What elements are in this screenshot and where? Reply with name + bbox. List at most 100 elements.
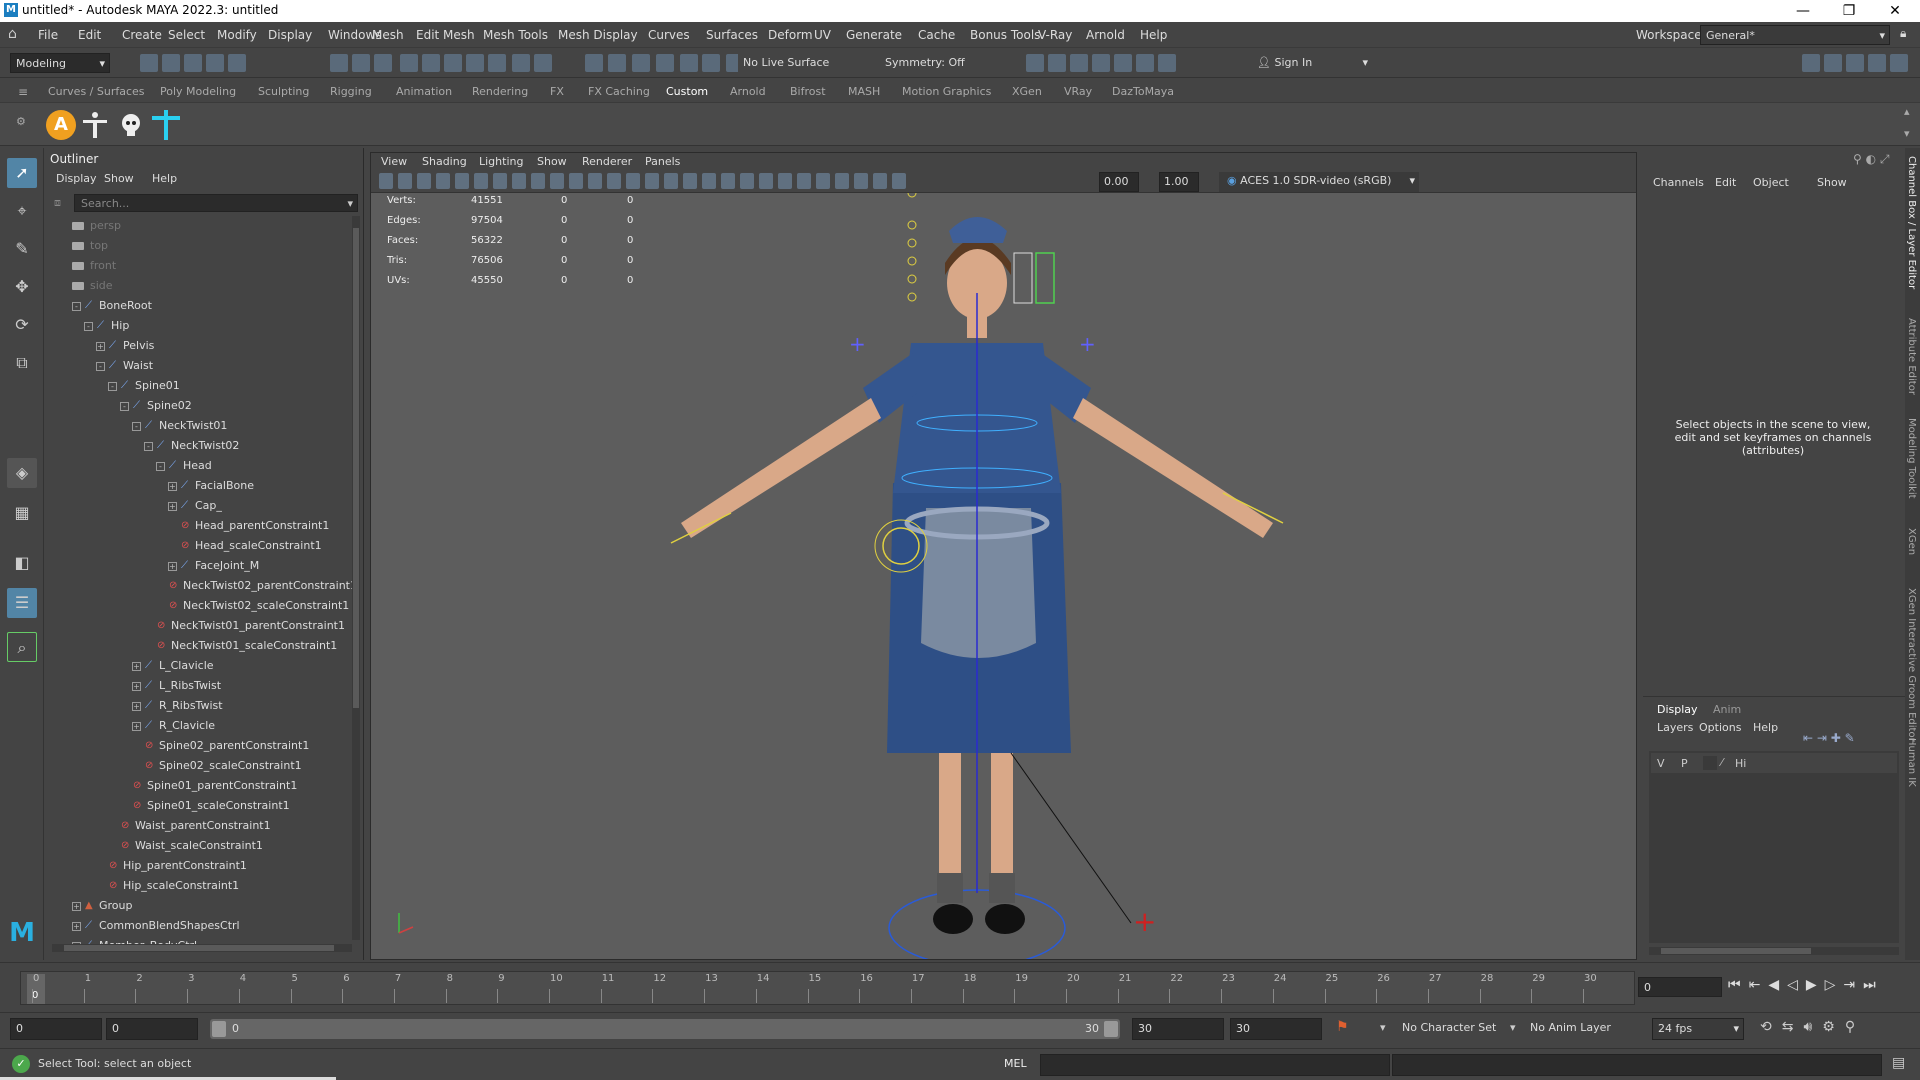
shelf-tab-animation[interactable]: Animation <box>396 85 452 98</box>
shelf-tab-vray[interactable]: VRay <box>1064 85 1092 98</box>
collapse-icon[interactable]: - <box>120 401 129 411</box>
outliner-row[interactable]: - ⟋ Hip <box>84 316 129 336</box>
outliner-row[interactable]: ⊘ Waist_parentConstraint1 <box>108 816 271 836</box>
channel-box-menu-channels[interactable]: Channels <box>1653 176 1704 189</box>
expand-icon[interactable]: + <box>168 481 177 491</box>
single-pane-layout-icon[interactable]: ◈ <box>7 458 37 488</box>
wireframe-icon[interactable] <box>588 173 602 189</box>
anim-layer-label[interactable]: No Anim Layer <box>1530 1021 1611 1034</box>
playback-option-icons[interactable]: ⟲⇆🔊︎⚙⚲ <box>1760 1019 1865 1035</box>
layer-tools-icons[interactable]: ⇤ ⇥ ✚ ✎ <box>1803 731 1855 745</box>
lasso-tool-icon[interactable]: ⌖ <box>7 196 37 226</box>
shelf-tab-custom[interactable]: Custom <box>666 85 708 98</box>
outliner-row[interactable]: ⊘ Waist_scaleConstraint1 <box>108 836 263 856</box>
layer-playback-toggle[interactable]: P <box>1681 757 1688 770</box>
chevron-down-icon[interactable]: ▾ <box>1510 1021 1516 1034</box>
script-language-label[interactable]: MEL <box>1004 1057 1027 1070</box>
expand-icon[interactable]: + <box>132 681 141 691</box>
search-icon[interactable]: ⌕ <box>7 632 37 662</box>
outliner-row[interactable]: persp <box>72 216 121 236</box>
colorspace-dropdown[interactable]: ◉ ACES 1.0 SDR-video (sRGB) ▾ <box>1219 172 1419 192</box>
outliner-row[interactable]: + ⟋ FaceJoint_M <box>168 556 259 576</box>
shelf-tab-curves-surfaces[interactable]: Curves / Surfaces <box>48 85 145 98</box>
xray-joints-icon[interactable] <box>816 173 830 189</box>
shelf-tab-daztomaya[interactable]: DazToMaya <box>1112 85 1174 98</box>
shelf-settings-icon[interactable]: ⚙ <box>16 115 26 128</box>
auto-key-icon[interactable]: ⚑ <box>1336 1019 1349 1035</box>
menu-select[interactable]: Select <box>168 28 205 42</box>
viewport-menu-panels[interactable]: Panels <box>645 155 680 168</box>
menu-mesh-display[interactable]: Mesh Display <box>558 28 638 42</box>
tool-settings-icon[interactable] <box>1868 54 1886 72</box>
layer-hscrollbar[interactable] <box>1649 947 1899 955</box>
collapse-icon[interactable]: - <box>72 301 81 311</box>
menu-generate[interactable]: Generate <box>846 28 902 42</box>
image-plane-icon[interactable] <box>436 173 450 189</box>
skull-icon[interactable] <box>116 110 146 140</box>
menu-modify[interactable]: Modify <box>217 28 257 42</box>
time-slider-track[interactable]: 0 <box>20 971 1635 1005</box>
shelf-scroll-up-icon[interactable]: ▴ <box>1904 105 1910 118</box>
side-tab-modeling-toolkit[interactable]: Modeling Toolkit <box>1906 418 1917 499</box>
gate-mask-icon[interactable] <box>512 173 526 189</box>
joint-tpose-icon[interactable] <box>150 108 182 142</box>
shelf-tab-poly-modeling[interactable]: Poly Modeling <box>160 85 236 98</box>
outliner-row[interactable]: - ⟋ Waist <box>96 356 153 376</box>
channel-box-menu-object[interactable]: Object <box>1753 176 1789 189</box>
character-set-label[interactable]: No Character Set <box>1402 1021 1496 1034</box>
outliner-row[interactable]: ⊘ Head_scaleConstraint1 <box>168 536 322 556</box>
menu-v-ray[interactable]: V-Ray <box>1038 28 1072 42</box>
move-tool-icon[interactable]: ✥ <box>7 272 37 302</box>
safe-action-icon[interactable] <box>550 173 564 189</box>
outliner-menu-display[interactable]: Display <box>56 172 97 185</box>
attribute-editor-icon[interactable] <box>1846 54 1864 72</box>
layer-menu-options[interactable]: Options <box>1699 721 1741 734</box>
history-icon[interactable] <box>585 54 603 72</box>
tpose-figure-icon[interactable] <box>80 110 110 140</box>
channel-box-menu-edit[interactable]: Edit <box>1715 176 1736 189</box>
outliner-row[interactable]: ⊘ NeckTwist01_parentConstraint1 <box>144 616 345 636</box>
select-hierarchy-icon[interactable] <box>330 54 348 72</box>
outliner-row[interactable]: ⊘ NeckTwist02_parentConstraint1 <box>156 576 357 596</box>
shelf-tab-rigging[interactable]: Rigging <box>330 85 372 98</box>
snap-curve-icon[interactable] <box>422 54 440 72</box>
outliner-row[interactable]: - ⟋ NeckTwist02 <box>144 436 239 456</box>
outliner-layout-icon[interactable]: ☰ <box>7 588 37 618</box>
outliner-row[interactable]: + ▲ Group <box>72 896 133 916</box>
side-tab-human-ik[interactable]: Human IK <box>1906 738 1917 787</box>
shelf-tab-arnold[interactable]: Arnold <box>730 85 766 98</box>
camera-attributes-icon[interactable] <box>398 173 412 189</box>
pause-ipr-icon[interactable] <box>1158 54 1176 72</box>
maximize-button[interactable]: ❐ <box>1826 0 1872 22</box>
layer-tab-anim[interactable]: Anim <box>1713 703 1741 716</box>
open-scene-icon[interactable] <box>162 54 180 72</box>
ipr-icon[interactable] <box>1136 54 1154 72</box>
outliner-row[interactable]: ⊘ Hip_parentConstraint1 <box>96 856 247 876</box>
hypershade-icon[interactable] <box>702 54 720 72</box>
screen-space-ao-icon[interactable] <box>702 173 716 189</box>
undo-icon[interactable] <box>206 54 224 72</box>
outliner-row[interactable]: front <box>72 256 116 276</box>
shadows-icon[interactable] <box>683 173 697 189</box>
menu-set-dropdown[interactable]: Modeling ▾ <box>10 53 110 73</box>
depth-of-field-icon[interactable] <box>759 173 773 189</box>
render-setup-icon[interactable] <box>1092 54 1110 72</box>
outliner-row[interactable]: - ⟋ Spine01 <box>108 376 180 396</box>
playback-controls[interactable]: ⏮⇤◀◁▶▷⇥⏭ <box>1728 977 1884 993</box>
menu-arnold[interactable]: Arnold <box>1086 28 1125 42</box>
default-material-icon[interactable] <box>626 173 640 189</box>
textured-icon[interactable] <box>645 173 659 189</box>
menu-display[interactable]: Display <box>268 28 312 42</box>
channel-box-menu-show[interactable]: Show <box>1817 176 1847 189</box>
menu-mesh[interactable]: Mesh <box>372 28 404 42</box>
backface-culling-icon[interactable] <box>854 173 868 189</box>
outliner-row[interactable]: + ⟋ R_Clavicle <box>132 716 215 736</box>
outliner-row[interactable]: + ⟋ Cap_ <box>168 496 222 516</box>
motion-blur-icon[interactable] <box>721 173 735 189</box>
outliner-row[interactable]: top <box>72 236 108 256</box>
outliner-row[interactable]: - ⟋ BoneRoot <box>72 296 152 316</box>
human-ik-icon[interactable] <box>1824 54 1842 72</box>
film-gate-icon[interactable] <box>474 173 488 189</box>
shelf-menu-icon[interactable]: ≡ <box>18 85 28 99</box>
viewport-menu-shading[interactable]: Shading <box>422 155 467 168</box>
